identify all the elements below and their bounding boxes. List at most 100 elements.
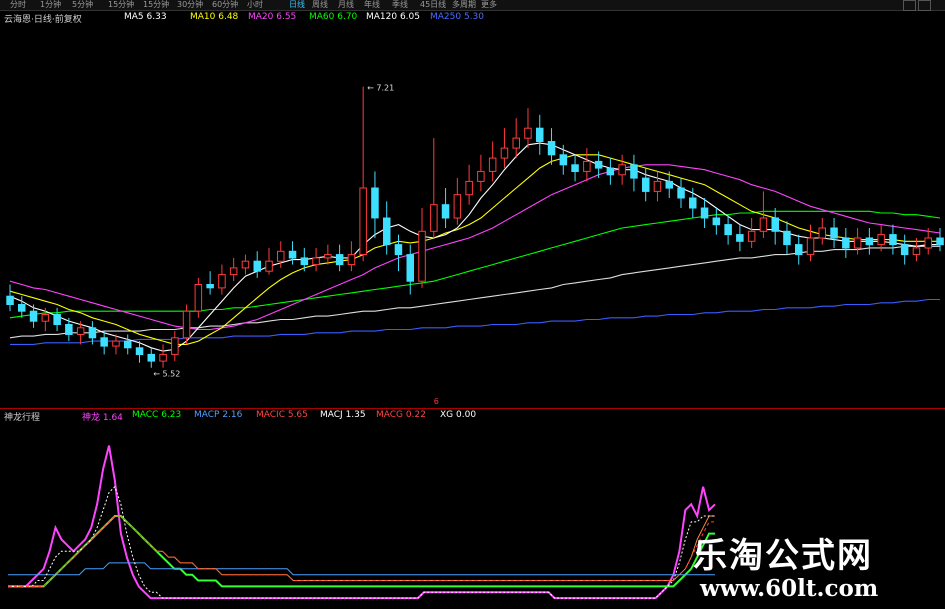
candle-body xyxy=(865,237,874,246)
candle-body xyxy=(312,257,320,266)
main-legend: 云海恩·日线·前复权 MA5 6.33 MA10 6.48 MA20 6.55 MA60… xyxy=(4,12,564,25)
pane-divider[interactable] xyxy=(0,408,945,409)
candle-body xyxy=(394,244,403,256)
watermark-title: 乐淘公式网 xyxy=(693,536,873,576)
window-close-button[interactable] xyxy=(918,0,931,11)
ma-line-ma120 xyxy=(9,245,940,339)
candle-body xyxy=(759,217,768,232)
period-tab-8[interactable]: 日线 xyxy=(289,0,305,10)
candle-body xyxy=(512,137,520,149)
candle-body xyxy=(783,230,791,246)
candle-body xyxy=(194,284,203,312)
legend-macc: MACC 6.23 xyxy=(132,410,182,420)
period-tab-15[interactable]: 更多 xyxy=(481,0,497,10)
marker-label: 6 xyxy=(434,397,439,406)
candle-body xyxy=(806,237,815,256)
candle-body xyxy=(135,347,144,355)
candle-body xyxy=(677,187,685,199)
candle-body xyxy=(335,254,344,266)
candle-body xyxy=(559,154,568,166)
candle-body xyxy=(324,254,332,259)
indicator-line-macp xyxy=(8,562,715,576)
candle-body xyxy=(347,254,356,266)
candle-body xyxy=(606,167,615,176)
candle-body xyxy=(277,250,285,262)
candle-body xyxy=(112,340,120,347)
period-tab-9[interactable]: 周线 xyxy=(312,0,328,10)
period-tab-1[interactable]: 1分钟 xyxy=(40,0,61,10)
legend-macg: MACG 0.22 xyxy=(376,410,426,420)
period-tab-3[interactable]: 15分钟 xyxy=(108,0,134,10)
period-tab-5[interactable]: 30分钟 xyxy=(177,0,203,10)
candle-body xyxy=(736,234,744,242)
candle-body xyxy=(359,187,367,255)
candle-body xyxy=(265,260,273,272)
price-chart: ← 7.21 ← 5.52 6 xyxy=(6,84,944,406)
candle-body xyxy=(124,340,132,349)
candle-body xyxy=(665,180,673,189)
period-tab-13[interactable]: 45日线 xyxy=(420,0,446,10)
candle-body xyxy=(147,353,155,362)
candle-body xyxy=(583,160,591,172)
candle-body xyxy=(712,217,721,226)
candle-body xyxy=(371,187,379,219)
period-tab-7[interactable]: 小时 xyxy=(247,0,263,10)
candle-body xyxy=(441,204,450,219)
period-tab-4[interactable]: 15分钟 xyxy=(143,0,169,10)
period-toolbar: 分时 1分钟 5分钟 15分钟 15分钟 30分钟 60分钟 小时 日线 周线 月线 年线 季线 45日线… xyxy=(0,0,945,11)
candle-body xyxy=(689,197,697,209)
legend-ma5: MA5 6.33 xyxy=(124,12,167,22)
sub-legend: 神龙行程 神龙 1.64 MACC 6.23 MACP 2.16 MACIC 5.65 M… xyxy=(4,410,564,423)
candle-body xyxy=(218,274,226,289)
candle-body xyxy=(853,237,862,249)
candle-body xyxy=(830,227,838,239)
candle-body xyxy=(430,204,438,232)
candle-body xyxy=(547,141,556,156)
indicator-line-macj xyxy=(8,485,715,599)
candle-body xyxy=(912,247,921,256)
period-tab-6[interactable]: 60分钟 xyxy=(212,0,238,10)
candle-body xyxy=(453,194,462,219)
candle-body xyxy=(724,224,732,236)
candle-body xyxy=(700,207,709,219)
legend-macp: MACP 2.16 xyxy=(194,410,243,420)
candle-body xyxy=(653,180,662,192)
period-tab-12[interactable]: 季线 xyxy=(392,0,408,10)
period-tab-10[interactable]: 月线 xyxy=(338,0,354,10)
period-tab-11[interactable]: 年线 xyxy=(364,0,380,10)
candle-body xyxy=(76,327,85,335)
candle-body xyxy=(465,180,473,196)
period-tab-2[interactable]: 5分钟 xyxy=(72,0,93,10)
candle-body xyxy=(406,254,414,282)
low-label: ← 5.52 xyxy=(153,370,180,379)
candle-body xyxy=(241,260,250,269)
candle-body xyxy=(818,227,826,239)
period-tab-0[interactable]: 分时 xyxy=(10,0,26,10)
candle-body xyxy=(41,314,50,322)
candle-body xyxy=(642,177,650,192)
candle-body xyxy=(795,244,803,256)
candle-body xyxy=(29,310,38,322)
candle-body xyxy=(206,284,214,289)
candle-body xyxy=(171,337,179,355)
indicator-line-macg xyxy=(8,515,715,587)
watermark-url: www.60lt.com xyxy=(700,575,879,602)
legend-macic: MACIC 5.65 xyxy=(256,410,308,420)
legend-xg: XG 0.00 xyxy=(440,410,477,420)
candle-body xyxy=(253,260,261,272)
period-tab-14[interactable]: 多周期 xyxy=(452,0,476,10)
candle-body xyxy=(900,244,909,256)
legend-ma250: MA250 5.30 xyxy=(430,12,484,22)
candle-body xyxy=(159,353,167,362)
legend-ma20: MA20 6.55 xyxy=(248,12,297,22)
indicator-line-macc xyxy=(8,515,715,588)
legend-ma60: MA60 6.70 xyxy=(309,12,358,22)
candle-body xyxy=(747,230,756,242)
candle-body xyxy=(630,164,638,179)
ma-line-ma60 xyxy=(9,210,941,319)
candle-body xyxy=(288,250,297,259)
candle-body xyxy=(300,257,309,266)
indicator-line-神龙 xyxy=(8,445,716,600)
window-restore-button[interactable] xyxy=(903,0,916,11)
candle-body xyxy=(877,234,885,246)
